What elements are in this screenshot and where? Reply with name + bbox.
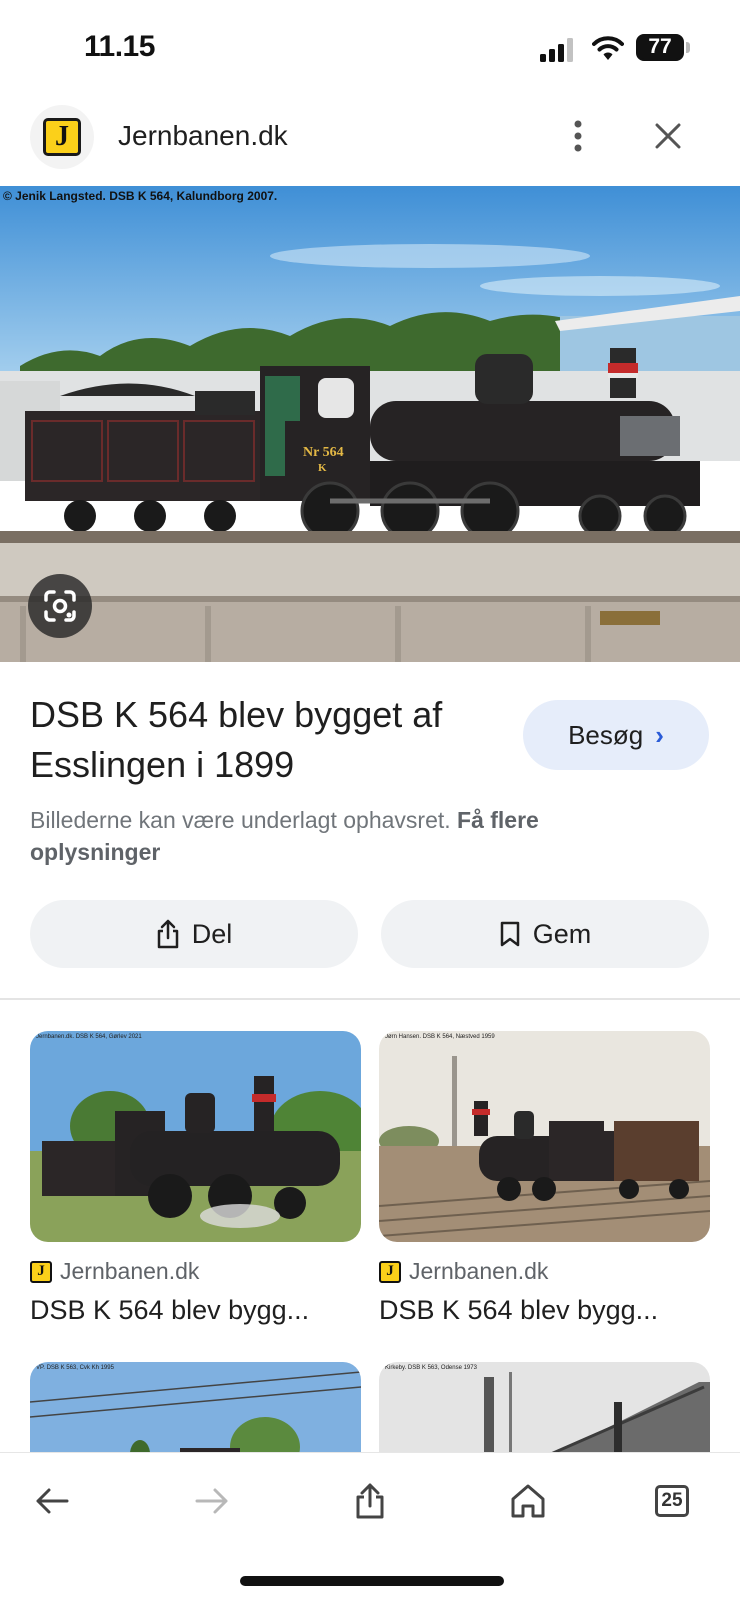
save-label: Gem <box>532 918 592 949</box>
tabs-count-icon: 25 <box>655 1485 689 1517</box>
share-label: Del <box>191 918 233 949</box>
save-button[interactable]: Gem <box>381 900 709 968</box>
related-thumbnail[interactable]: Jørn Hansen. DSB K 564, Næstved 1959 <box>379 1031 710 1242</box>
back-button[interactable] <box>22 1471 82 1531</box>
more-vertical-icon <box>574 120 582 152</box>
site-name[interactable]: Jernbanen.dk <box>118 120 288 152</box>
copyright-notice: Billederne kan være underlagt ophavsret.… <box>30 804 670 868</box>
thumbnail-image <box>30 1362 361 1462</box>
cab-number-plate: Nr 564 <box>303 445 344 460</box>
tabs-button[interactable]: 25 <box>642 1471 702 1531</box>
locomotive-photo: Nr 564 K <box>0 186 740 662</box>
thumbnail-caption: Kirkeby. DSB K 563, Odense 1973 <box>385 1365 477 1371</box>
jernbanen-logo-icon: J <box>379 1260 401 1283</box>
related-thumbnail[interactable]: VP. DSB K 563, Cvk Kh 1995 <box>30 1362 361 1462</box>
thumbnail-caption: Jørn Hansen. DSB K 564, Næstved 1959 <box>385 1034 495 1040</box>
home-button[interactable] <box>498 1471 558 1531</box>
battery-cap <box>686 42 690 53</box>
jernbanen-logo-icon: J <box>43 118 81 156</box>
thumbnail-image <box>379 1362 710 1462</box>
more-options-button[interactable] <box>556 113 600 159</box>
wifi-icon <box>592 34 624 62</box>
thumbnail-caption: Jernbanen.dk. DSB K 564, Gørlev 2021 <box>36 1034 142 1040</box>
arrow-right-icon <box>195 1488 228 1514</box>
battery-icon: 77 <box>636 34 684 61</box>
thumbnail-image <box>30 1031 361 1242</box>
share-icon <box>157 919 178 949</box>
home-icon <box>511 1484 545 1518</box>
status-bar: 11.15 77 <box>0 0 740 95</box>
arrow-left-icon <box>36 1488 69 1514</box>
share-button[interactable]: Del <box>30 900 358 968</box>
related-title[interactable]: DSB K 564 blev bygg... <box>30 1295 361 1326</box>
chevron-right-icon: › <box>655 719 664 750</box>
related-result-card[interactable]: Jernbanen.dk. DSB K 564, Gørlev 2021 J J… <box>30 1031 361 1326</box>
cab-class-plate: K <box>318 462 327 474</box>
forward-button[interactable] <box>182 1471 242 1531</box>
share-icon <box>356 1483 384 1519</box>
thumbnail-image <box>379 1031 710 1242</box>
related-source: J Jernbanen.dk <box>379 1258 710 1285</box>
site-header: J Jernbanen.dk <box>0 100 740 186</box>
visit-button[interactable]: Besøg › <box>523 700 709 770</box>
visit-label: Besøg <box>568 719 644 750</box>
related-thumbnail[interactable]: Kirkeby. DSB K 563, Odense 1973 <box>379 1362 710 1462</box>
result-title: DSB K 564 blev bygget af Esslingen i 189… <box>30 694 443 785</box>
lens-search-button[interactable] <box>28 574 92 638</box>
copyright-text: Billederne kan være underlagt ophavsret. <box>30 807 451 833</box>
close-button[interactable] <box>644 113 692 159</box>
related-title[interactable]: DSB K 564 blev bygg... <box>379 1295 710 1326</box>
related-source-name: Jernbanen.dk <box>409 1258 549 1284</box>
cellular-signal-icon <box>540 38 578 62</box>
thumbnail-caption: VP. DSB K 563, Cvk Kh 1995 <box>36 1365 114 1371</box>
related-result-card[interactable]: Jørn Hansen. DSB K 564, Næstved 1959 J J… <box>379 1031 710 1326</box>
jernbanen-logo-icon: J <box>30 1260 52 1283</box>
related-source-name: Jernbanen.dk <box>60 1258 200 1284</box>
home-indicator[interactable] <box>240 1576 504 1586</box>
section-divider <box>0 998 740 1000</box>
related-thumbnail[interactable]: Jernbanen.dk. DSB K 564, Gørlev 2021 <box>30 1031 361 1242</box>
hero-image[interactable]: Nr 564 K © Jenik Langsted. DSB K 564, Ka… <box>0 186 740 662</box>
google-lens-icon <box>44 590 76 622</box>
bookmark-icon <box>500 921 519 947</box>
image-credit: © Jenik Langsted. DSB K 564, Kalundborg … <box>3 189 278 203</box>
related-source: J Jernbanen.dk <box>30 1258 361 1285</box>
site-logo[interactable]: J <box>30 105 94 169</box>
close-icon <box>655 123 681 149</box>
share-page-button[interactable] <box>340 1471 400 1531</box>
status-time: 11.15 <box>84 30 155 63</box>
